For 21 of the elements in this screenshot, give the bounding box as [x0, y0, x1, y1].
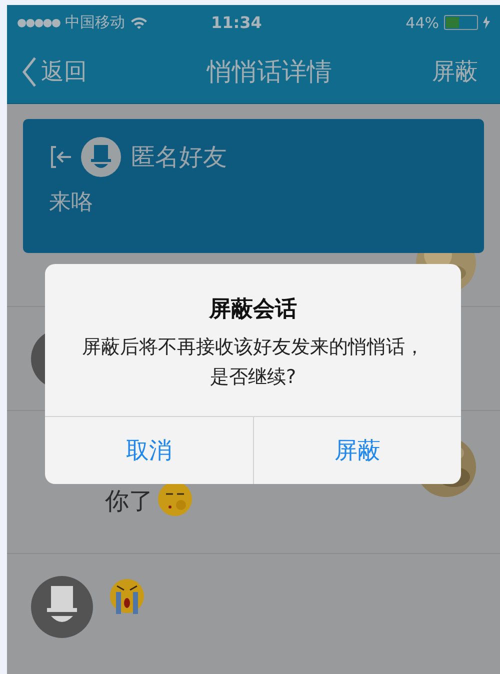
crying-emoji-icon — [109, 576, 145, 616]
emoji-icon — [157, 481, 193, 517]
wifi-icon — [130, 16, 148, 29]
signal-dots: ●●●●● — [17, 16, 60, 29]
chevron-icon — [21, 56, 37, 88]
back-button[interactable]: 返回 — [21, 56, 87, 88]
battery-percent: 44% — [406, 14, 439, 32]
message-text: 来咯 — [49, 189, 94, 217]
message-text: 你了 — [105, 486, 153, 517]
avatar-icon — [81, 137, 121, 177]
sender-name: 匿名好友 — [131, 142, 227, 173]
dialog-message: 屏蔽后将不再接收该好友发来的悄悄话，是否继续? — [81, 335, 425, 390]
screen-title: 悄悄话详情 — [205, 56, 333, 88]
avatar-icon — [31, 576, 93, 638]
carrier-name: 中国移动 — [65, 13, 125, 32]
dialog-button[interactable]: 屏蔽 — [252, 417, 461, 484]
dialog-button[interactable]: 取消 — [45, 417, 252, 484]
dialog-title: 屏蔽会话 — [209, 296, 297, 324]
block-button[interactable]: 屏蔽 — [432, 56, 478, 87]
clock: 11:34 — [211, 13, 262, 32]
charging-icon — [483, 16, 490, 29]
